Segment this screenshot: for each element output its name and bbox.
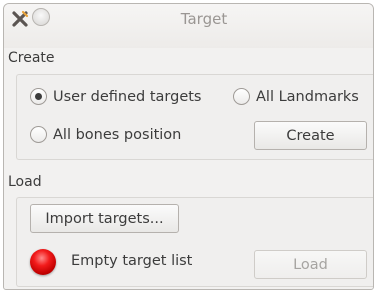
radio-label: User defined targets bbox=[53, 88, 202, 105]
radio-button-checked[interactable] bbox=[30, 88, 47, 105]
radio-label: All Landmarks bbox=[256, 88, 359, 105]
radio-user-defined-targets[interactable]: User defined targets bbox=[30, 88, 201, 105]
load-button[interactable]: Load bbox=[254, 250, 367, 279]
radio-label: All bones position bbox=[53, 126, 182, 143]
radio-button[interactable] bbox=[233, 88, 250, 105]
status-led-icon bbox=[30, 249, 56, 275]
radio-all-landmarks[interactable]: All Landmarks bbox=[233, 88, 359, 105]
status-text: Empty target list bbox=[71, 253, 193, 269]
minimize-button[interactable] bbox=[32, 8, 50, 26]
load-section-label: Load bbox=[8, 174, 42, 190]
create-section-label: Create bbox=[8, 50, 55, 66]
title-bar: Target bbox=[4, 4, 373, 48]
import-targets-button[interactable]: Import targets... bbox=[30, 204, 179, 233]
close-icon[interactable] bbox=[10, 9, 30, 29]
radio-all-bones-position[interactable]: All bones position bbox=[30, 126, 181, 143]
window-title: Target bbox=[180, 10, 228, 28]
radio-button[interactable] bbox=[30, 126, 47, 143]
create-button[interactable]: Create bbox=[254, 121, 367, 150]
radio-dot bbox=[35, 93, 42, 100]
load-group: Import targets... Empty target list Load bbox=[16, 197, 373, 287]
target-window: Target Create User defined targets All L… bbox=[3, 3, 374, 290]
create-group: User defined targets All Landmarks All b… bbox=[16, 74, 373, 160]
